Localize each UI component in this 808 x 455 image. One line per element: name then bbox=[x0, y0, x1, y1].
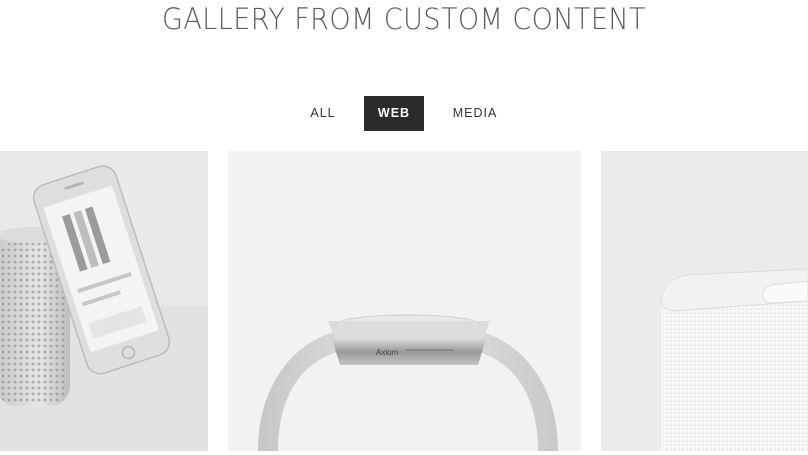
filter-web-button[interactable]: WEB bbox=[364, 96, 424, 131]
gallery-filter-bar: ALL WEB MEDIA bbox=[0, 96, 808, 131]
watch-engraving: Axiom bbox=[376, 348, 399, 357]
filter-media-button[interactable]: MEDIA bbox=[443, 96, 507, 131]
gallery-item-phone[interactable] bbox=[0, 151, 208, 451]
gallery-item-watch[interactable]: Axiom bbox=[228, 151, 581, 451]
gallery-item-device[interactable] bbox=[601, 151, 808, 451]
watch-image: Axiom bbox=[228, 151, 581, 451]
device-image bbox=[601, 151, 808, 451]
phone-speaker-image bbox=[0, 151, 208, 451]
page-title: GALLERY FROM CUSTOM CONTENT bbox=[161, 2, 647, 36]
filter-all-button[interactable]: ALL bbox=[300, 96, 346, 131]
